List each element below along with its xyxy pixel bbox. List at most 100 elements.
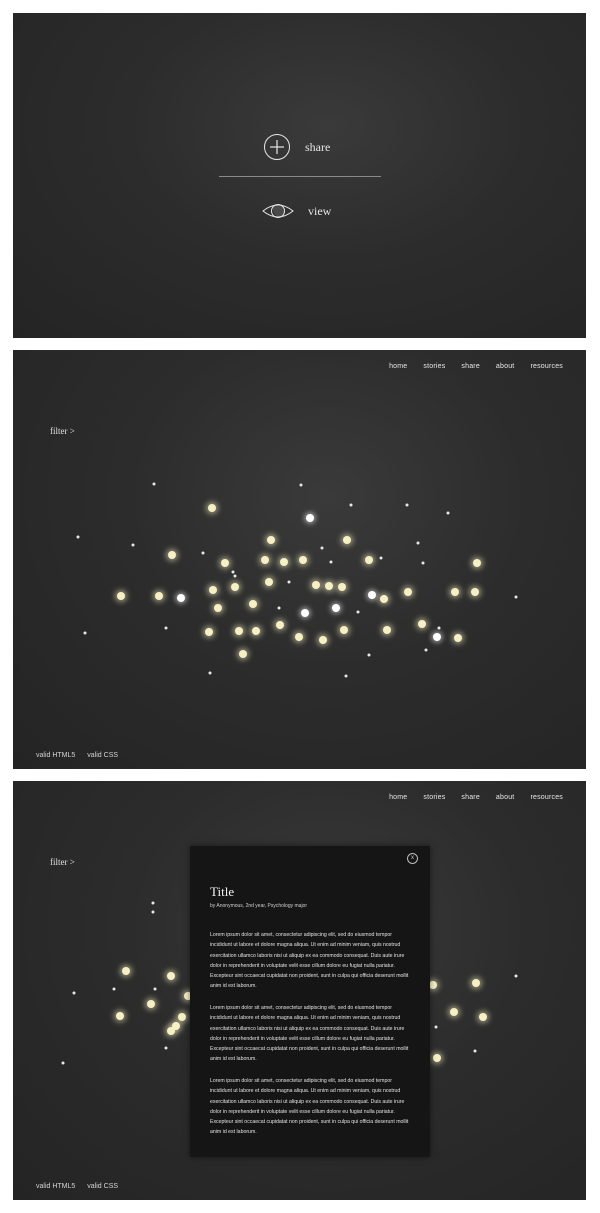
story-dot[interactable] <box>208 504 216 512</box>
story-dot[interactable] <box>214 604 222 612</box>
story-paragraph: Lorem ipsum dolor sit amet, consectetur … <box>210 932 409 990</box>
nav-home[interactable]: home <box>389 363 407 370</box>
story-dot[interactable] <box>299 556 307 564</box>
nav-resources[interactable]: resources <box>530 794 563 801</box>
star-dot <box>151 901 155 905</box>
story-dot[interactable] <box>117 592 125 600</box>
story-dot[interactable] <box>383 626 391 634</box>
star-dot <box>514 974 518 978</box>
story-dot[interactable] <box>301 609 309 617</box>
story-dot[interactable] <box>338 583 346 591</box>
close-icon[interactable]: x <box>407 853 418 864</box>
story-paragraph: Lorem ipsum dolor sit amet, consectetur … <box>210 1078 409 1136</box>
story-dot[interactable] <box>235 627 243 635</box>
story-dot[interactable] <box>429 981 437 989</box>
star-dot <box>446 511 450 515</box>
footer: valid HTML5 valid CSS <box>36 752 130 759</box>
story-dot[interactable] <box>433 633 441 641</box>
story-dot[interactable] <box>167 972 175 980</box>
star-dot <box>379 556 383 560</box>
story-dot[interactable] <box>265 578 273 586</box>
story-dot[interactable] <box>340 626 348 634</box>
story-dot[interactable] <box>332 604 340 612</box>
view-menu-item[interactable]: view <box>262 197 331 225</box>
valid-html5-link[interactable]: valid HTML5 <box>36 752 75 759</box>
story-dot[interactable] <box>252 627 260 635</box>
story-dot[interactable] <box>147 1000 155 1008</box>
story-dot[interactable] <box>325 582 333 590</box>
story-dot[interactable] <box>221 559 229 567</box>
footer: valid HTML5 valid CSS <box>36 1183 130 1190</box>
story-dot[interactable] <box>172 1022 180 1030</box>
story-dot[interactable] <box>306 514 314 522</box>
star-dot <box>405 503 409 507</box>
story-dot[interactable] <box>312 581 320 589</box>
nav-stories[interactable]: stories <box>423 794 445 801</box>
star-dot <box>416 541 420 545</box>
story-dot[interactable] <box>155 592 163 600</box>
stories-panel: home stories share about resources filte… <box>13 350 586 769</box>
plus-circle-icon <box>263 133 291 161</box>
story-dot[interactable] <box>454 634 462 642</box>
story-dot[interactable] <box>122 967 130 975</box>
story-dot[interactable] <box>249 600 257 608</box>
valid-html5-link[interactable]: valid HTML5 <box>36 1183 75 1190</box>
story-dot[interactable] <box>239 650 247 658</box>
story-dot[interactable] <box>380 595 388 603</box>
story-dot[interactable] <box>365 556 373 564</box>
star-dot <box>424 648 428 652</box>
star-dot <box>320 546 324 550</box>
star-dot <box>329 560 333 564</box>
star-dot <box>514 595 518 599</box>
story-dot[interactable] <box>479 1013 487 1021</box>
nav-home[interactable]: home <box>389 794 407 801</box>
story-dot[interactable] <box>267 536 275 544</box>
valid-css-link[interactable]: valid CSS <box>87 1183 118 1190</box>
story-dot[interactable] <box>231 583 239 591</box>
story-dot[interactable] <box>116 1012 124 1020</box>
story-dot[interactable] <box>261 556 269 564</box>
main-nav: home stories share about resources <box>373 794 563 801</box>
star-dot <box>367 653 371 657</box>
star-dot <box>231 570 235 574</box>
main-nav: home stories share about resources <box>373 363 563 370</box>
share-label: share <box>305 139 331 154</box>
nav-share[interactable]: share <box>461 363 480 370</box>
story-dot[interactable] <box>433 1054 441 1062</box>
star-dot <box>437 626 441 630</box>
story-dot[interactable] <box>472 979 480 987</box>
nav-resources[interactable]: resources <box>530 363 563 370</box>
story-detail-panel: home stories share about resources filte… <box>13 781 586 1200</box>
filter-toggle[interactable]: filter > <box>50 857 75 867</box>
story-dot[interactable] <box>471 588 479 596</box>
star-dot <box>208 671 212 675</box>
story-dot[interactable] <box>205 628 213 636</box>
share-menu-item[interactable]: share <box>263 133 330 161</box>
nav-stories[interactable]: stories <box>423 363 445 370</box>
story-dot[interactable] <box>319 636 327 644</box>
story-dot[interactable] <box>168 551 176 559</box>
nav-share[interactable]: share <box>461 794 480 801</box>
story-dot[interactable] <box>178 1013 186 1021</box>
story-dot[interactable] <box>404 588 412 596</box>
valid-css-link[interactable]: valid CSS <box>87 752 118 759</box>
star-dot <box>153 987 157 991</box>
story-dot[interactable] <box>209 586 217 594</box>
story-dot[interactable] <box>473 559 481 567</box>
story-dot[interactable] <box>450 1008 458 1016</box>
story-dot[interactable] <box>343 536 351 544</box>
story-dot[interactable] <box>177 594 185 602</box>
story-dot[interactable] <box>451 588 459 596</box>
story-dot[interactable] <box>368 591 376 599</box>
story-dot[interactable] <box>295 633 303 641</box>
star-dot <box>112 987 116 991</box>
star-dot <box>421 561 425 565</box>
story-dot[interactable] <box>276 621 284 629</box>
filter-toggle[interactable]: filter > <box>50 426 75 436</box>
star-dot <box>344 674 348 678</box>
story-dot[interactable] <box>418 620 426 628</box>
story-dot[interactable] <box>280 558 288 566</box>
nav-about[interactable]: about <box>496 794 515 801</box>
menu-divider <box>219 176 381 177</box>
nav-about[interactable]: about <box>496 363 515 370</box>
